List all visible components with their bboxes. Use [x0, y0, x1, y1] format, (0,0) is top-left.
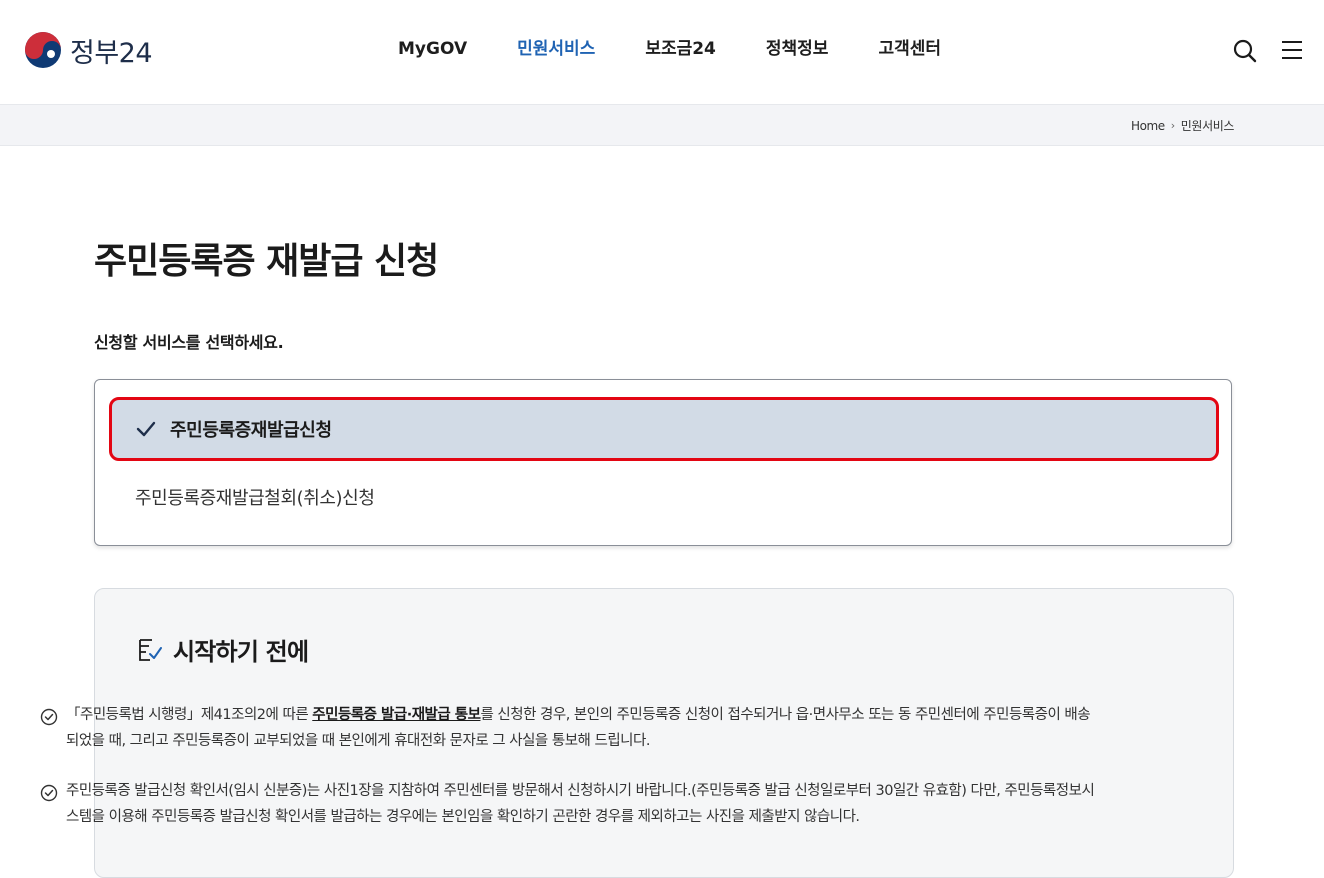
breadcrumb: Home › 민원서비스 — [1131, 117, 1234, 134]
nav-item-policy-info[interactable]: 정책정보 — [766, 36, 829, 62]
notice-title: 시작하기 전에 — [173, 638, 309, 666]
site-header: 정부24 MyGOV 민원서비스 보조금24 정책정보 고객센터 — [0, 0, 1324, 105]
notice-item: 주민등록증 발급신청 확인서(임시 신분증)는 사진1장을 지참하여 주민센터를… — [40, 782, 1100, 830]
notice-header: 시작하기 전에 — [137, 632, 309, 667]
nav-item-subsidy24[interactable]: 보조금24 — [645, 36, 716, 62]
checklist-icon — [139, 638, 162, 661]
search-icon[interactable] — [1232, 38, 1258, 64]
menu-icon[interactable] — [1281, 39, 1303, 61]
notice-item-text: 「주민등록법 시행령」제41조의2에 따른 주민등록증 발급·재발급 통보를 신… — [66, 702, 1100, 754]
notice-item-text: 주민등록증 발급신청 확인서(임시 신분증)는 사진1장을 지참하여 주민센터를… — [66, 783, 1095, 825]
service-option-label: 주민등록증재발급신청 — [170, 420, 332, 441]
service-option-reissue[interactable]: 주민등록증재발급신청 — [109, 397, 1219, 461]
logo-text: 정부24 — [70, 37, 153, 69]
service-option-reissue-cancel[interactable]: 주민등록증재발급철회(취소)신청 — [109, 477, 1219, 517]
nav-item-customer-center[interactable]: 고객센터 — [878, 36, 941, 62]
notice-item-text-pre: 「주민등록법 시행령」제41조의2에 따른 — [66, 707, 313, 723]
check-icon — [136, 421, 156, 437]
select-guide-text: 신청할 서비스를 선택하세요. — [94, 333, 284, 352]
nav-item-civil-service[interactable]: 민원서비스 — [517, 36, 595, 62]
page-title: 주민등록증 재발급 신청 — [94, 241, 439, 282]
circle-check-icon — [40, 708, 58, 726]
service-option-label: 주민등록증재발급철회(취소)신청 — [135, 488, 375, 509]
notice-item-text-bold: 주민등록증 발급·재발급 통보 — [312, 707, 481, 723]
circle-check-icon — [40, 784, 58, 802]
breadcrumb-home[interactable]: Home — [1131, 119, 1165, 133]
taegeuk-logo-icon — [25, 32, 61, 69]
nav-item-mygov[interactable]: MyGOV — [398, 36, 467, 62]
gov24-logo[interactable]: 정부24 — [24, 31, 153, 69]
service-select-list: 주민등록증재발급신청 주민등록증재발급철회(취소)신청 — [94, 379, 1232, 546]
chevron-right-icon: › — [1170, 119, 1175, 132]
breadcrumb-bar: Home › 민원서비스 — [0, 105, 1324, 146]
main-nav: MyGOV 민원서비스 보조금24 정책정보 고객센터 — [398, 36, 991, 62]
breadcrumb-current[interactable]: 민원서비스 — [1181, 117, 1235, 134]
notice-item: 「주민등록법 시행령」제41조의2에 따른 주민등록증 발급·재발급 통보를 신… — [40, 706, 1100, 754]
